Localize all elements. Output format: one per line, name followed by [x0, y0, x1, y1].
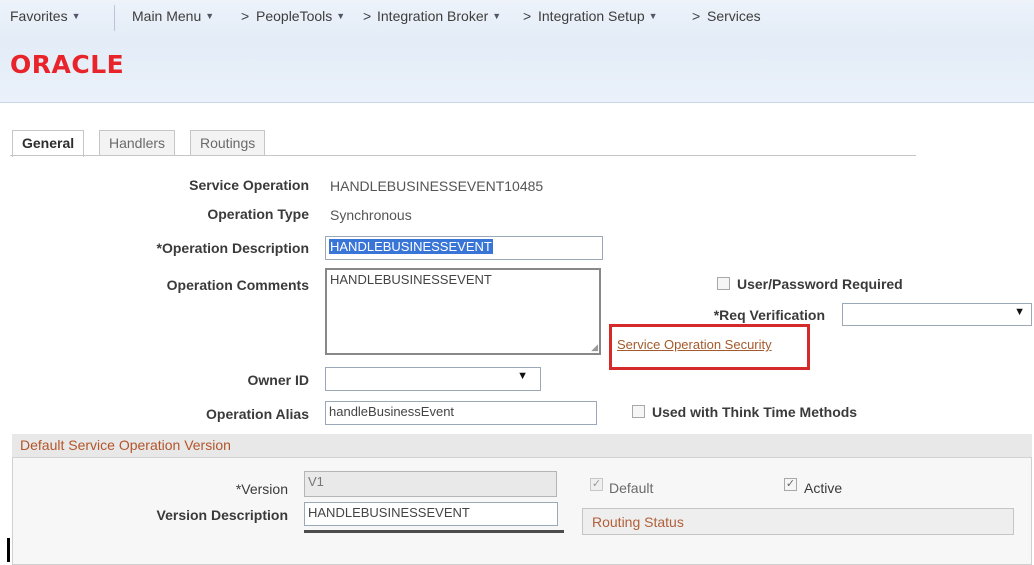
version-label: *Version [235, 481, 288, 497]
chevron-down-icon: ▼ [336, 11, 346, 21]
owner-id-select[interactable]: ▼ [325, 367, 541, 391]
breadcrumb-services[interactable]: Services [707, 8, 761, 24]
operation-comments-textarea[interactable]: HANDLEBUSINESSEVENT ◢ [325, 268, 601, 355]
tab-handlers[interactable]: Handlers [99, 130, 176, 156]
operation-type-value: Synchronous [330, 207, 412, 223]
selected-text: HANDLEBUSINESSEVENT [329, 239, 493, 254]
chevron-down-icon: ▼ [648, 11, 658, 21]
chevron-down-icon: ▼ [71, 11, 81, 21]
service-operation-label: Service Operation [189, 177, 309, 193]
oracle-logo: ORACLE [10, 50, 125, 79]
version-input: V1 [304, 471, 557, 497]
operation-comments-text: HANDLEBUSINESSEVENT [330, 272, 492, 287]
navigation-bar: Favorites ▼ Main Menu ▼ > PeopleTools ▼ > I… [0, 0, 1034, 36]
breadcrumb-integration-broker[interactable]: Integration Broker ▼ [377, 8, 501, 24]
active-checkbox[interactable]: ✓ [784, 478, 797, 491]
breadcrumb-peopletools[interactable]: PeopleTools ▼ [256, 8, 345, 24]
dropdown-arrow-icon: ▼ [1014, 306, 1025, 318]
operation-alias-label: Operation Alias [206, 406, 309, 422]
tab-routings[interactable]: Routings [190, 130, 266, 156]
user-password-required-checkbox[interactable] [717, 277, 730, 290]
active-label: Active [804, 480, 843, 496]
service-operation-value: HANDLEBUSINESSEVENT10485 [330, 178, 544, 194]
breadcrumb-separator: > [692, 8, 701, 24]
operation-description-input[interactable]: HANDLEBUSINESSEVENT [325, 236, 603, 260]
breadcrumb-separator: > [523, 8, 532, 24]
text-cursor [7, 538, 10, 562]
tab-general[interactable]: General [12, 130, 85, 157]
version-description-label: Version Description [156, 507, 288, 523]
breadcrumb-integration-setup[interactable]: Integration Setup ▼ [538, 8, 658, 24]
header-bar: Favorites ▼ Main Menu ▼ > PeopleTools ▼ > I… [0, 0, 1034, 103]
resize-grip-icon[interactable]: ◢ [591, 342, 598, 353]
nav-divider [114, 5, 115, 31]
operation-type-label: Operation Type [207, 206, 309, 222]
main-menu[interactable]: Main Menu ▼ [132, 8, 214, 24]
chevron-down-icon: ▼ [205, 11, 215, 21]
version-group-header: Default Service Operation Version [12, 434, 1032, 458]
operation-description-label: *Operation Description [156, 240, 309, 256]
dropdown-arrow-icon: ▼ [517, 370, 528, 382]
operation-comments-label: Operation Comments [166, 277, 309, 293]
favorites-menu[interactable]: Favorites ▼ [10, 8, 81, 24]
service-operation-security-link[interactable]: Service Operation Security [617, 337, 772, 352]
breadcrumb-separator: > [241, 8, 250, 24]
user-password-required-label: User/Password Required [737, 276, 903, 292]
owner-id-label: Owner ID [247, 372, 309, 388]
version-description-input[interactable]: HANDLEBUSINESSEVENT [304, 502, 558, 526]
default-label: Default [609, 480, 654, 496]
input-border-fragment [304, 530, 564, 533]
used-with-think-time-label: Used with Think Time Methods [652, 404, 858, 420]
req-verification-label: *Req Verification [713, 307, 825, 323]
used-with-think-time-checkbox[interactable] [632, 405, 645, 418]
default-checkbox: ✓ [590, 478, 603, 491]
tab-divider [10, 155, 916, 156]
breadcrumb-separator: > [363, 8, 372, 24]
chevron-down-icon: ▼ [492, 11, 502, 21]
routing-status-box: Routing Status [582, 508, 1014, 535]
operation-alias-input[interactable]: handleBusinessEvent [325, 401, 597, 425]
req-verification-select[interactable]: ▼ [842, 303, 1032, 326]
